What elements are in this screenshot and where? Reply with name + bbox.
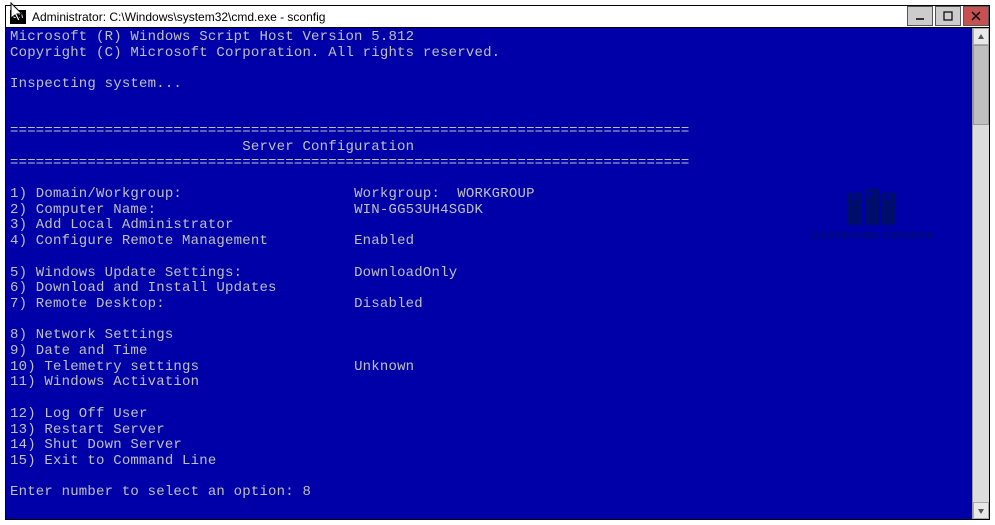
menu-option-13: 13) Restart Server (10, 422, 165, 438)
window-buttons (905, 6, 989, 27)
prompt-label: Enter number to select an option: (10, 484, 302, 500)
header-title: Server Configuration (10, 139, 414, 155)
console-output[interactable]: Microsoft (R) Windows Script Host Versio… (6, 28, 972, 519)
cmd-window: C:\ Administrator: C:\Windows\system32\c… (5, 5, 990, 520)
scrollbar-track[interactable] (973, 45, 989, 502)
menu-option-4: 4) Configure Remote Management Enabled (10, 233, 414, 249)
prompt-input-value: 8 (302, 484, 311, 500)
menu-option-9: 9) Date and Time (10, 343, 148, 359)
console-line: Inspecting system... (10, 76, 182, 92)
menu-option-1: 1) Domain/Workgroup: Workgroup: WORKGROU… (10, 186, 535, 202)
hr-line: ========================================… (10, 155, 690, 171)
title-bar[interactable]: C:\ Administrator: C:\Windows\system32\c… (6, 6, 989, 28)
menu-option-10: 10) Telemetry settings Unknown (10, 359, 414, 375)
menu-option-14: 14) Shut Down Server (10, 437, 182, 453)
scroll-up-button[interactable] (973, 28, 989, 45)
scroll-down-button[interactable] (973, 502, 989, 519)
prompt-line[interactable]: Enter number to select an option: 8 (10, 484, 311, 500)
menu-option-8: 8) Network Settings (10, 327, 173, 343)
scrollbar-thumb[interactable] (973, 45, 989, 125)
minimize-button[interactable] (907, 6, 933, 26)
vertical-scrollbar[interactable] (972, 28, 989, 519)
menu-option-12: 12) Log Off User (10, 406, 148, 422)
menu-option-7: 7) Remote Desktop: Disabled (10, 296, 423, 312)
cmd-icon: C:\ (10, 10, 26, 24)
menu-option-15: 15) Exit to Command Line (10, 453, 216, 469)
menu-option-3: 3) Add Local Administrator (10, 217, 234, 233)
maximize-button[interactable] (935, 6, 961, 26)
console-line: Copyright (C) Microsoft Corporation. All… (10, 45, 500, 61)
menu-option-2: 2) Computer Name: WIN-GG53UH4SGDK (10, 202, 483, 218)
window-title: Administrator: C:\Windows\system32\cmd.e… (32, 10, 905, 24)
close-button[interactable] (963, 6, 989, 26)
menu-option-6: 6) Download and Install Updates (10, 280, 277, 296)
menu-option-11: 11) Windows Activation (10, 374, 199, 390)
hr-line: ========================================… (10, 123, 690, 139)
menu-option-5: 5) Windows Update Settings: DownloadOnly (10, 265, 457, 281)
console-line: Microsoft (R) Windows Script Host Versio… (10, 29, 414, 45)
